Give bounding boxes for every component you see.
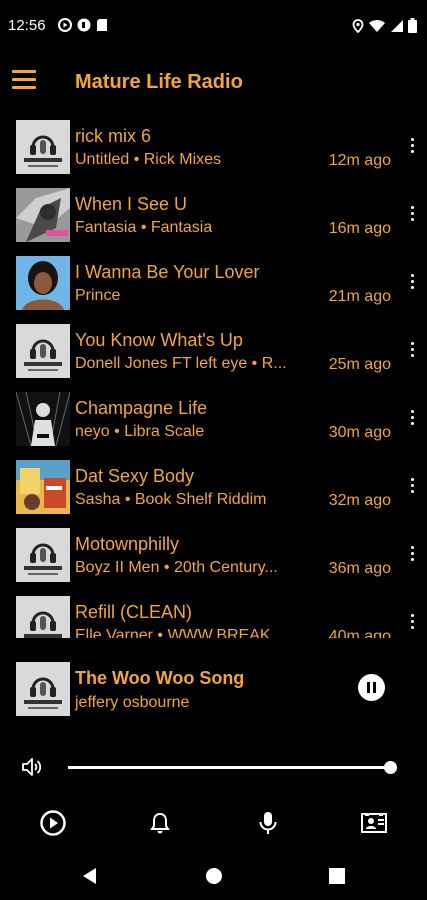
more-vert-icon[interactable] (409, 342, 415, 360)
album-art-fantasia (16, 188, 70, 242)
wifi-icon (369, 19, 385, 32)
sd-card-icon (97, 19, 107, 31)
bell-icon (150, 812, 170, 834)
song-title: Motownphilly (75, 534, 180, 554)
song-title: When I See U (75, 194, 188, 214)
now-playing-title: The Woo Woo Song (75, 668, 245, 688)
system-navigation-bar (0, 856, 427, 896)
album-art-mature-life (16, 120, 70, 174)
album-art-prince (16, 256, 70, 310)
nav-contact[interactable] (359, 808, 389, 838)
song-subtitle: Elle Varner • WWW.BREAKZ... (75, 627, 293, 638)
list-item[interactable]: Refill (CLEAN) Elle Varner • WWW.BREAKZ.… (0, 590, 427, 638)
album-art-mature-life (16, 596, 70, 638)
location-icon (352, 18, 364, 33)
status-time: 12:56 (8, 17, 46, 34)
more-vert-icon[interactable] (409, 410, 415, 428)
home-icon[interactable] (204, 866, 224, 886)
now-playing-artist: jeffery osbourne (75, 694, 190, 711)
more-vert-icon[interactable] (409, 206, 415, 224)
volume-control (0, 752, 427, 782)
app-title: Mature Life Radio (75, 71, 243, 93)
song-played-time: 32m ago (328, 492, 391, 509)
song-subtitle: Fantasia • Fantasia (75, 219, 213, 236)
song-played-time: 40m ago (328, 628, 391, 638)
song-subtitle: Prince (75, 287, 121, 304)
back-icon[interactable] (80, 866, 100, 886)
more-vert-icon[interactable] (409, 614, 415, 632)
signal-icon (391, 19, 403, 32)
app-notification-icon (77, 18, 91, 32)
song-title: rick mix 6 (75, 126, 151, 146)
list-item[interactable]: When I See U Fantasia • Fantasia 16m ago (0, 182, 427, 250)
song-title: Dat Sexy Body (75, 466, 195, 486)
recents-icon[interactable] (327, 866, 347, 886)
song-subtitle: Sasha • Book Shelf Riddim (75, 491, 267, 508)
battery-icon (408, 18, 417, 33)
song-subtitle: Boyz II Men • 20th Century... (75, 559, 278, 576)
song-played-time: 30m ago (328, 424, 391, 441)
list-item[interactable]: Dat Sexy Body Sasha • Book Shelf Riddim … (0, 454, 427, 522)
list-item[interactable]: You Know What's Up Donell Jones FT left … (0, 318, 427, 386)
list-item[interactable]: Champagne Life neyo • Libra Scale 30m ag… (0, 386, 427, 454)
more-vert-icon[interactable] (409, 478, 415, 496)
more-vert-icon[interactable] (409, 546, 415, 564)
volume-icon[interactable] (20, 755, 44, 779)
now-playing-album-art (16, 662, 70, 716)
hamburger-menu-icon[interactable] (12, 68, 36, 92)
list-item[interactable]: rick mix 6 Untitled • Rick Mixes 12m ago (0, 114, 427, 182)
list-item[interactable]: I Wanna Be Your Lover Prince 21m ago (0, 250, 427, 318)
song-played-time: 16m ago (328, 220, 391, 237)
status-bar: 12:56 (0, 0, 427, 52)
album-art-mature-life (16, 324, 70, 378)
nav-play[interactable] (38, 808, 68, 838)
contact-card-icon (361, 813, 387, 833)
song-played-time: 36m ago (328, 560, 391, 577)
notification-icons (58, 18, 108, 32)
bottom-navigation (0, 804, 427, 844)
song-title: You Know What's Up (75, 330, 243, 350)
song-subtitle: neyo • Libra Scale (75, 423, 205, 440)
microphone-icon (259, 812, 277, 834)
volume-slider-track[interactable] (68, 766, 390, 769)
song-title: Champagne Life (75, 398, 208, 418)
nav-microphone[interactable] (253, 808, 283, 838)
song-subtitle: Donell Jones FT left eye • R... (75, 355, 287, 372)
media-notification-icon (58, 18, 72, 32)
system-status-icons (352, 18, 417, 33)
song-played-time: 21m ago (328, 288, 391, 305)
song-title: I Wanna Be Your Lover (75, 262, 260, 282)
more-vert-icon[interactable] (409, 274, 415, 292)
song-played-time: 25m ago (328, 356, 391, 373)
list-item[interactable]: Motownphilly Boyz II Men • 20th Century.… (0, 522, 427, 590)
pause-button[interactable] (358, 674, 385, 701)
album-art-neyo (16, 392, 70, 446)
recent-songs-list[interactable]: rick mix 6 Untitled • Rick Mixes 12m ago… (0, 114, 427, 638)
song-played-time: 12m ago (328, 152, 391, 169)
album-art-book-shelf-riddim (16, 460, 70, 514)
song-subtitle: Untitled • Rick Mixes (75, 151, 222, 168)
app-bar: Mature Life Radio (0, 52, 427, 114)
album-art-mature-life (16, 528, 70, 582)
play-circle-icon (40, 810, 66, 836)
song-title: Refill (CLEAN) (75, 602, 193, 622)
now-playing-bar[interactable]: The Woo Woo Song jeffery osbourne (0, 660, 427, 716)
volume-slider-thumb[interactable] (384, 761, 397, 774)
nav-notifications[interactable] (145, 808, 175, 838)
pause-icon (367, 682, 370, 693)
more-vert-icon[interactable] (409, 138, 415, 156)
